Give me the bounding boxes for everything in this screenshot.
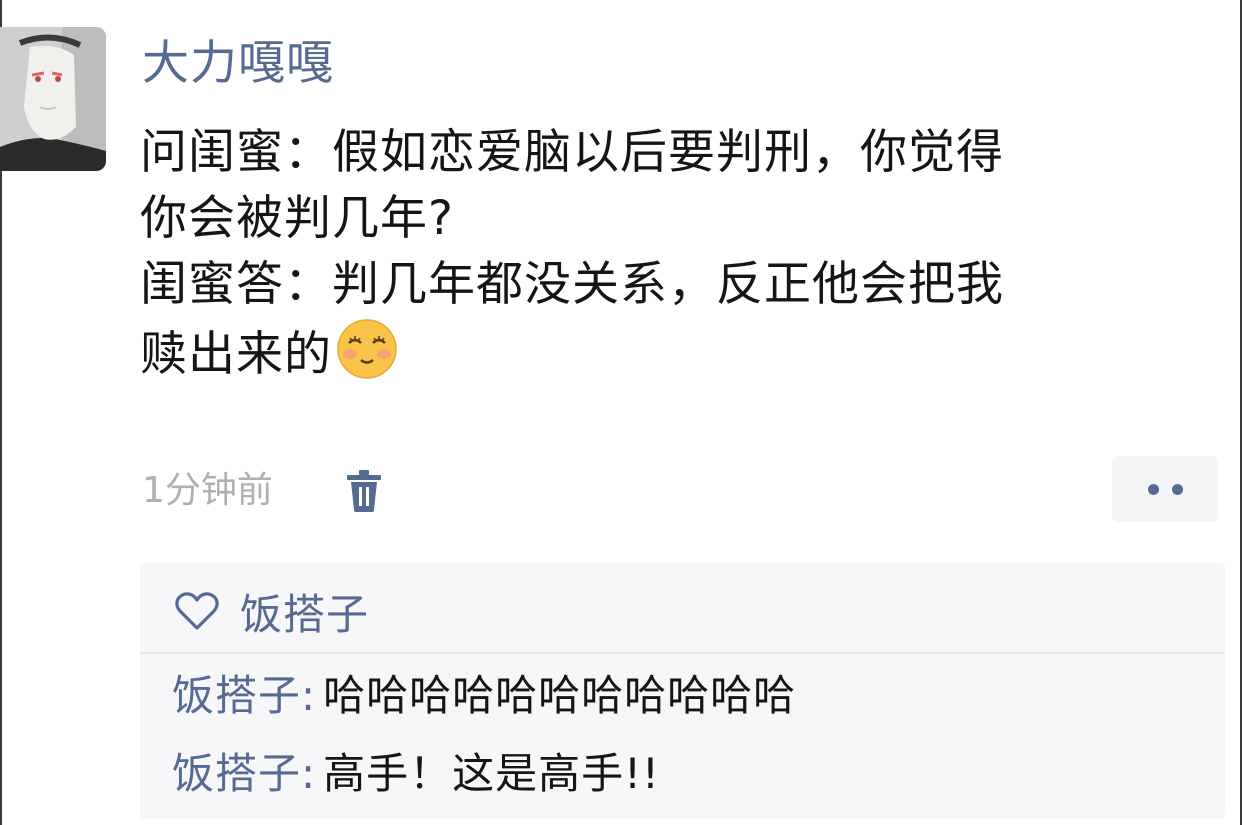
more-dot: [1171, 483, 1183, 495]
avatar[interactable]: [0, 27, 106, 171]
comment-separator: :: [301, 749, 316, 798]
post-text-line-last: 赎出来的: [140, 318, 1210, 388]
divider: [140, 652, 1225, 654]
post-timestamp: 1分钟前: [142, 470, 273, 511]
smiling-face-with-closed-eyes-emoji: [337, 319, 397, 379]
comment-separator: :: [301, 671, 316, 720]
post-text: 问闺蜜：假如恋爱脑以后要判刑，你觉得 你会被判几年? 闺蜜答：判几年都没关系，反…: [140, 120, 1210, 388]
heart-icon: [175, 592, 219, 630]
post-text-line: 问闺蜜：假如恋爱脑以后要判刑，你觉得: [140, 125, 1004, 180]
comment-item[interactable]: 饭搭子: 哈哈哈哈哈哈哈哈哈哈哈: [172, 667, 796, 725]
comment-text: 高手！这是高手!!: [323, 749, 660, 798]
comment-text: 哈哈哈哈哈哈哈哈哈哈哈: [323, 671, 797, 720]
post-text-line-content: 赎出来的: [140, 327, 332, 382]
comment-author[interactable]: 饭搭子: [172, 671, 301, 720]
post-author-name[interactable]: 大力嘎嘎: [142, 32, 334, 96]
post-text-line: 闺蜜答：判几年都没关系，反正他会把我: [140, 257, 1004, 312]
more-dot: [1147, 483, 1159, 495]
more-dots-icon[interactable]: [1112, 456, 1218, 522]
likes-and-comments-panel: 饭搭子 饭搭子: 哈哈哈哈哈哈哈哈哈哈哈 饭搭子: 高手！这是高手!!: [140, 563, 1225, 819]
likes-user-name[interactable]: 饭搭子: [240, 581, 369, 642]
post-text-line: 你会被判几年?: [140, 191, 454, 246]
likes-row: 饭搭子: [174, 583, 369, 639]
trash-icon[interactable]: [344, 468, 384, 514]
comment-author[interactable]: 饭搭子: [172, 749, 301, 798]
comment-item[interactable]: 饭搭子: 高手！这是高手!!: [172, 745, 660, 803]
